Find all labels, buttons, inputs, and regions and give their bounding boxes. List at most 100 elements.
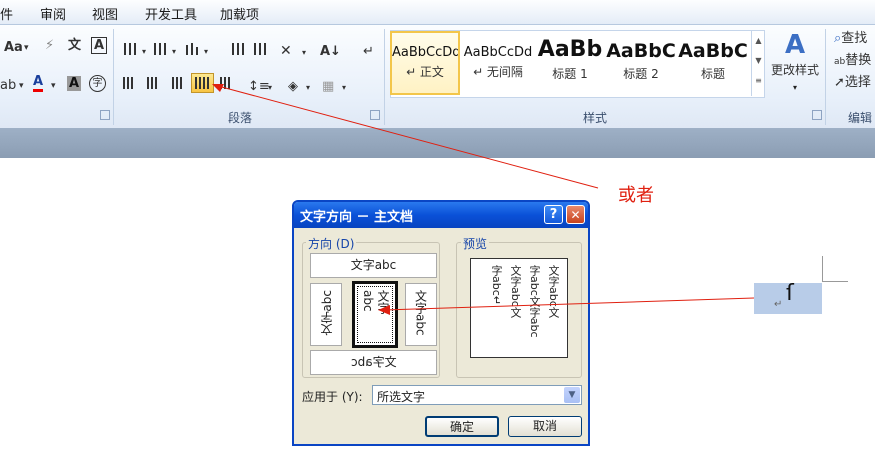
paragraph-tools: ▾ ▾ ▾ ▾ A↓ ↵ ✕ ↕≡ ▾ ◈ ▾ ▦ ▾ xyxy=(123,43,374,94)
margin-mark xyxy=(822,281,848,282)
svg-text:▾: ▾ xyxy=(204,47,208,56)
font-color-button[interactable]: A xyxy=(33,75,44,92)
font-size-button[interactable]: Aa xyxy=(4,39,23,57)
replace-icon: ab xyxy=(834,57,846,67)
text-direction-icon xyxy=(195,77,209,89)
cursor-icon: ➚ xyxy=(834,75,845,90)
style-heading-2[interactable]: AaBbC 标题 2 xyxy=(606,31,676,95)
help-button[interactable]: ? xyxy=(544,205,563,224)
style-preview: AaBbC xyxy=(678,40,748,62)
style-preview: AaBbCcDd xyxy=(463,45,533,60)
svg-text:▦: ▦ xyxy=(322,79,334,94)
tab-addins[interactable]: 加载项 xyxy=(220,4,259,23)
svg-text:▾: ▾ xyxy=(342,83,346,92)
dropdown-arrow-icon[interactable]: ▾ xyxy=(19,77,24,95)
change-styles-label: 更改样式 xyxy=(770,63,819,77)
option-text: 文字abc xyxy=(350,355,397,369)
char-border-button[interactable]: A xyxy=(91,37,108,54)
option-horizontal[interactable]: 文字abc xyxy=(310,253,437,278)
margin-mark xyxy=(822,256,823,282)
replace-label: 替换 xyxy=(845,53,872,68)
svg-text:▾: ▾ xyxy=(142,47,146,56)
enclose-char-button[interactable]: 字 xyxy=(89,75,106,92)
styles-dialog-launcher-icon[interactable] xyxy=(812,110,822,120)
option-text: 文字 xyxy=(376,290,390,314)
edit-group-label: 编辑 xyxy=(848,111,873,125)
apply-to-select[interactable]: 所选文字 ▼ xyxy=(372,385,582,405)
replace-button[interactable]: ab替换 xyxy=(834,52,871,71)
paragraph-dialog-launcher-icon[interactable] xyxy=(370,110,380,120)
ribbon-tab-bar: 件 审阅 视图 开发工具 加载项 xyxy=(0,0,875,25)
find-label: 查找 xyxy=(841,31,868,46)
svg-text:◈: ◈ xyxy=(288,79,298,94)
style-preview: AaBb xyxy=(537,37,603,62)
tab-view[interactable]: 视图 xyxy=(92,4,118,23)
option-rotate-right[interactable]: 文字abc xyxy=(405,283,437,346)
preview-column: 字abc文字abc xyxy=(528,265,541,338)
selected-glyph: ſ xyxy=(786,281,794,306)
style-label: 标题 xyxy=(700,67,725,81)
option-horizontal-flipped[interactable]: 文字abc xyxy=(310,350,437,375)
style-preview: AaBbCcDd xyxy=(392,45,458,60)
cancel-button[interactable]: 取消 xyxy=(508,416,582,437)
svg-text:↕≡: ↕≡ xyxy=(248,79,270,94)
tab-developer[interactable]: 开发工具 xyxy=(145,4,197,23)
option-vertical[interactable]: 文字 abc xyxy=(352,281,398,348)
tab-file[interactable]: 件 xyxy=(0,4,13,23)
option-text: abc xyxy=(361,290,375,312)
dialog-title: 文字方向 － 主文档 xyxy=(300,210,414,225)
svg-text:▾: ▾ xyxy=(302,48,306,57)
svg-text:▾: ▾ xyxy=(268,83,272,92)
svg-text:↵: ↵ xyxy=(363,44,374,59)
dropdown-arrow-icon[interactable]: ▾ xyxy=(24,39,29,57)
preview-column: 字abc↵ xyxy=(490,265,503,305)
dropdown-arrow-icon: ▾ xyxy=(792,83,797,92)
styles-group-label: 样式 xyxy=(583,111,608,125)
chevron-down-icon[interactable]: ▼ xyxy=(564,387,580,403)
preview-label: 预览 xyxy=(461,235,490,252)
option-rotate-left[interactable]: 文字abc xyxy=(310,283,342,346)
dropdown-arrow-icon[interactable]: ▾ xyxy=(51,77,56,95)
change-styles-icon: A xyxy=(784,30,806,60)
char-shading-button[interactable]: A xyxy=(67,76,82,91)
highlight-icon[interactable]: ab xyxy=(0,77,16,95)
select-button[interactable]: ➚选择 xyxy=(834,74,871,92)
direction-label: 方向 (D) xyxy=(306,235,357,252)
group-separator xyxy=(825,29,826,125)
change-styles-button[interactable]: A 更改样式 ▾ xyxy=(768,29,822,105)
apply-to-value: 所选文字 xyxy=(377,390,426,404)
gallery-scroll[interactable]: ▲ ▼ ≡ xyxy=(751,31,765,96)
style-title[interactable]: AaBbC 标题 xyxy=(678,31,748,95)
paragraph-group-label: 段落 xyxy=(228,111,253,125)
style-no-spacing[interactable]: AaBbCcDd ↵ 无间隔 xyxy=(463,31,533,95)
option-text: 文字abc xyxy=(413,290,428,336)
preview-column: 文字abc文 xyxy=(547,265,560,318)
phonetic-guide-icon[interactable]: 文 xyxy=(68,37,81,55)
group-separator xyxy=(113,29,114,125)
selected-text[interactable]: ſ ↵ xyxy=(754,281,822,314)
style-heading-1[interactable]: AaBb 标题 1 xyxy=(535,31,605,95)
text-direction-dialog: 文字方向 － 主文档 ? ✕ 方向 (D) 文字abc 文字abc 文字 abc… xyxy=(292,200,590,446)
svg-text:▾: ▾ xyxy=(306,83,310,92)
dialog-titlebar: 文字方向 － 主文档 ? ✕ xyxy=(294,202,588,228)
style-label: 标题 2 xyxy=(623,67,659,81)
ok-button[interactable]: 确定 xyxy=(425,416,499,437)
clear-format-icon[interactable]: ⚡ xyxy=(45,37,54,55)
font-dialog-launcher-icon[interactable] xyxy=(100,110,110,120)
style-normal[interactable]: AaBbCcDd ↵ 正文 xyxy=(390,31,460,95)
style-label: ↵ 无间隔 xyxy=(473,65,523,79)
select-label: 选择 xyxy=(844,75,871,90)
style-label: ↵ 正文 xyxy=(406,65,444,79)
preview-column: 文字abc文 xyxy=(509,265,522,318)
apply-to-label: 应用于 (Y): xyxy=(302,390,363,404)
close-button[interactable]: ✕ xyxy=(566,205,585,224)
svg-text:▾: ▾ xyxy=(172,47,176,56)
tab-review[interactable]: 审阅 xyxy=(40,4,66,23)
preview-box: 文字abc文 字abc文字abc 文字abc文 字abc↵ xyxy=(470,258,568,358)
svg-text:✕: ✕ xyxy=(280,43,292,59)
find-button[interactable]: ⌕查找 xyxy=(834,30,867,48)
annotation-text: 或者 xyxy=(618,185,654,206)
style-label: 标题 1 xyxy=(552,67,588,81)
text-direction-button[interactable] xyxy=(191,73,214,93)
paragraph-mark: ↵ xyxy=(774,299,783,310)
